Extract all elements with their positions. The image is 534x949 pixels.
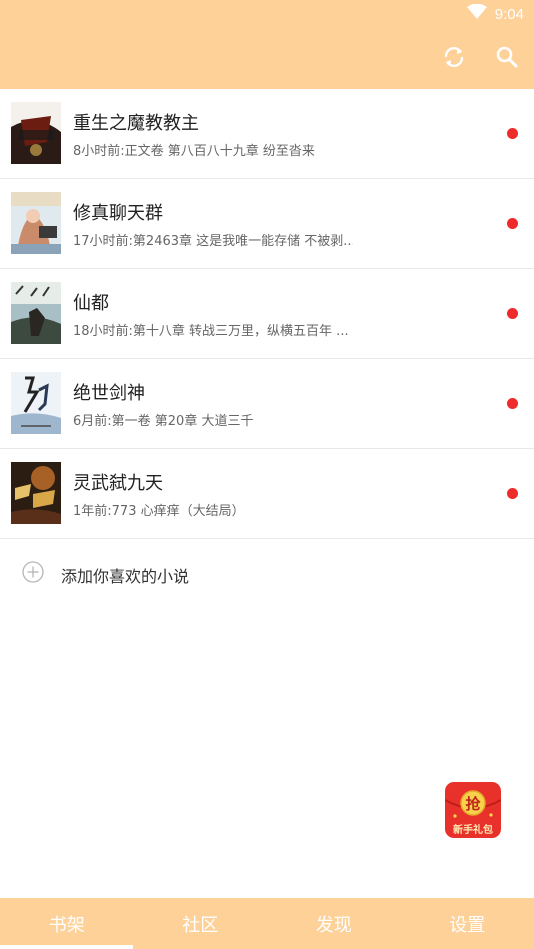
status-right: 9:04 xyxy=(466,3,524,24)
book-update: 8小时前:正文卷 第八百八十九章 纷至沓来 xyxy=(73,144,315,159)
book-item[interactable]: 灵武弑九天 1年前:773 心痒痒（大结局） xyxy=(0,449,534,539)
add-circle-icon xyxy=(22,561,44,583)
unread-dot xyxy=(507,218,518,229)
book-update: 18小时前:第十八章 转战三万里，纵横五百年 ... xyxy=(73,324,349,339)
status-bar: 9:04 xyxy=(0,0,534,28)
active-tab-indicator xyxy=(0,945,133,949)
red-packet-label: 新手礼包 xyxy=(453,823,493,836)
book-item[interactable]: 绝世剑神 6月前:第一卷 第20章 大道三千 xyxy=(0,359,534,449)
tab-label: 书架 xyxy=(48,914,85,936)
book-update: 1年前:773 心痒痒（大结局） xyxy=(73,504,245,519)
book-cover xyxy=(11,372,61,434)
bookshelf-list: 重生之魔教教主 8小时前:正文卷 第八百八十九章 纷至沓来 修真聊天群 17小时… xyxy=(0,89,534,539)
tab-label: 社区 xyxy=(182,914,219,936)
book-update: 17小时前:第2463章 这是我唯一能存储 不被剥... xyxy=(73,234,353,249)
book-update: 6月前:第一卷 第20章 大道三千 xyxy=(73,414,254,429)
refresh-button[interactable] xyxy=(438,43,470,75)
book-item[interactable]: 仙都 18小时前:第十八章 转战三万里，纵横五百年 ... xyxy=(0,269,534,359)
toolbar xyxy=(0,28,534,89)
unread-dot xyxy=(507,488,518,499)
book-cover xyxy=(11,192,61,254)
tab-discover[interactable]: 发现 xyxy=(267,898,401,949)
unread-dot xyxy=(507,398,518,409)
book-title: 灵武弑九天 xyxy=(73,473,163,494)
search-icon xyxy=(495,45,519,73)
book-item[interactable]: 修真聊天群 17小时前:第2463章 这是我唯一能存储 不被剥... xyxy=(0,179,534,269)
book-title: 重生之魔教教主 xyxy=(73,113,199,134)
tab-label: 发现 xyxy=(315,914,352,936)
red-packet-char: 抢 xyxy=(465,795,481,813)
add-novel-button[interactable]: 添加你喜欢的小说 xyxy=(0,539,534,605)
book-item[interactable]: 重生之魔教教主 8小时前:正文卷 第八百八十九章 纷至沓来 xyxy=(0,89,534,179)
wifi-icon xyxy=(466,3,487,24)
book-cover xyxy=(11,282,61,344)
tab-label: 设置 xyxy=(449,914,486,936)
bottom-nav: 书架 社区 发现 设置 xyxy=(0,898,534,949)
book-cover xyxy=(11,462,61,524)
search-button[interactable] xyxy=(491,43,523,75)
book-title: 绝世剑神 xyxy=(73,383,145,404)
red-packet-button[interactable]: 抢 新手礼包 xyxy=(444,782,502,838)
unread-dot xyxy=(507,128,518,139)
book-title: 修真聊天群 xyxy=(73,203,163,224)
tab-settings[interactable]: 设置 xyxy=(401,898,534,949)
book-cover xyxy=(11,102,61,164)
tab-community[interactable]: 社区 xyxy=(134,898,268,949)
book-title: 仙都 xyxy=(73,293,109,314)
unread-dot xyxy=(507,308,518,319)
add-novel-label: 添加你喜欢的小说 xyxy=(61,567,190,586)
status-time: 9:04 xyxy=(494,5,524,23)
tab-bookshelf[interactable]: 书架 xyxy=(0,898,134,949)
refresh-icon xyxy=(442,45,466,73)
